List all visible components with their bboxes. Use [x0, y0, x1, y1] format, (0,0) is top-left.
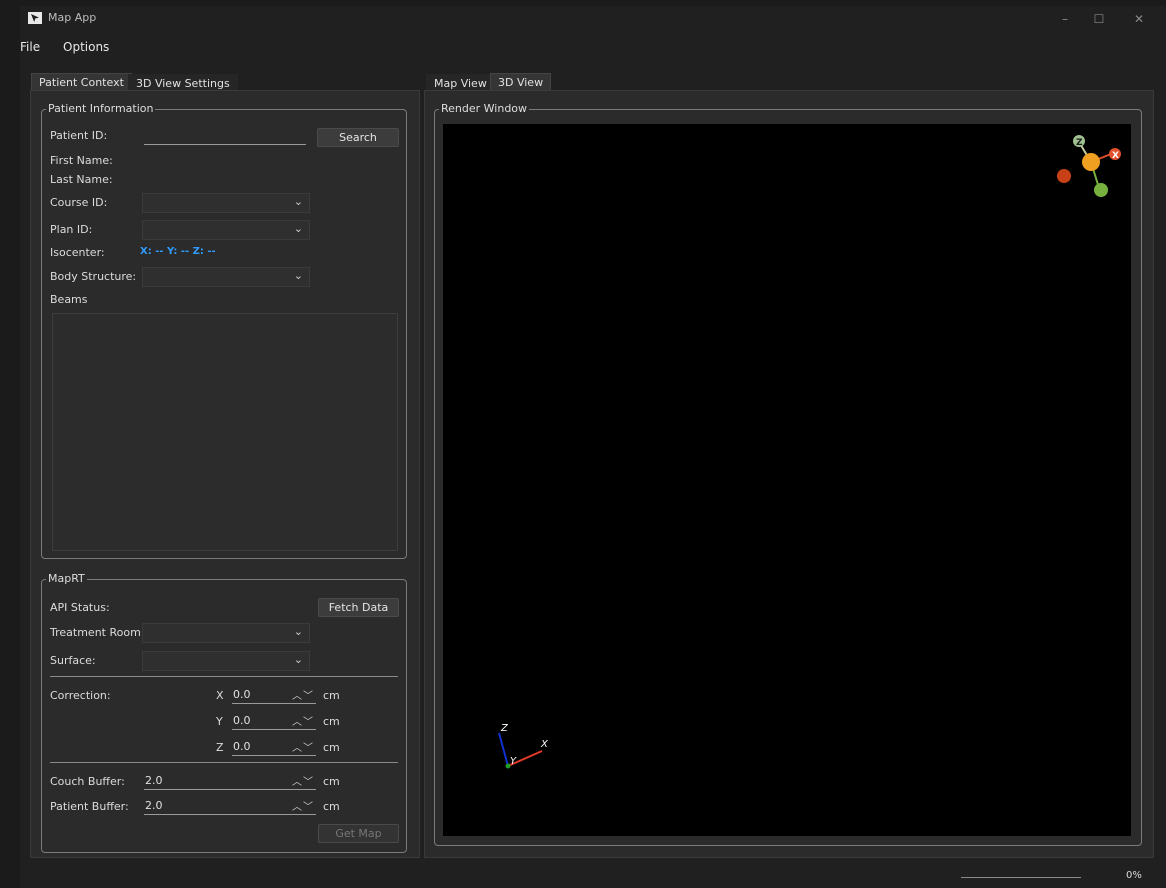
couch-buffer-value: 2.0	[145, 774, 163, 787]
correction-y-unit: cm	[323, 715, 340, 728]
render-window-group: Render Window Z X X Z Y	[434, 102, 1142, 846]
patient-buffer-value: 2.0	[145, 799, 163, 812]
orientation-widget[interactable]: Z X	[1057, 135, 1121, 197]
plan-id-dropdown[interactable]: ⌄	[142, 220, 310, 240]
treatment-room-label: Treatment Room:	[50, 626, 145, 639]
y-axis-label: Y	[510, 756, 517, 767]
window-title: Map App	[48, 11, 97, 24]
spin-arrows-icon[interactable]: ︿﹀	[292, 739, 314, 754]
correction-x-unit: cm	[323, 689, 340, 702]
body-structure-label: Body Structure:	[50, 270, 137, 283]
menu-options[interactable]: Options	[63, 40, 109, 54]
title-bar: Map App – ☐ ✕	[20, 6, 1166, 32]
spin-arrows-icon[interactable]: ︿﹀	[292, 687, 314, 702]
correction-x-value: 0.0	[233, 688, 251, 701]
patient-context-panel: Patient Information Patient ID: Search F…	[30, 90, 420, 858]
x-axis-label: X	[540, 739, 549, 750]
tab-3d-view[interactable]: 3D View	[490, 73, 552, 91]
patient-information-group: Patient Information Patient ID: Search F…	[41, 102, 407, 559]
correction-x-axis-label: X	[216, 689, 224, 702]
widget-y-ball	[1094, 183, 1108, 197]
isocenter-label: Isocenter:	[50, 246, 105, 259]
group-title-render-window: Render Window	[439, 102, 530, 115]
close-icon[interactable]: ✕	[1124, 10, 1154, 28]
z-axis-line	[498, 732, 509, 767]
correction-z-axis-label: Z	[216, 741, 224, 754]
app-icon	[28, 12, 42, 24]
couch-buffer-label: Couch Buffer:	[50, 775, 125, 788]
search-button[interactable]: Search	[317, 128, 399, 147]
correction-z-spinbox[interactable]: 0.0 ︿﹀	[232, 739, 316, 756]
chevron-down-icon: ⌄	[293, 653, 303, 666]
couch-buffer-spinbox[interactable]: 2.0 ︿﹀	[144, 773, 316, 790]
plan-id-label: Plan ID:	[50, 223, 93, 236]
z-axis-label: Z	[500, 723, 509, 734]
patient-id-label: Patient ID:	[50, 129, 108, 142]
correction-x-spinbox[interactable]: 0.0 ︿﹀	[232, 687, 316, 704]
correction-y-spinbox[interactable]: 0.0 ︿﹀	[232, 713, 316, 730]
get-map-button[interactable]: Get Map	[318, 824, 399, 843]
tab-patient-context[interactable]: Patient Context	[31, 73, 132, 91]
patient-id-input[interactable]	[144, 128, 306, 145]
maprt-group: MapRT API Status: Fetch Data Treatment R…	[41, 572, 407, 853]
patient-buffer-unit: cm	[323, 800, 340, 813]
course-id-dropdown[interactable]: ⌄	[142, 193, 310, 213]
maximize-icon[interactable]: ☐	[1084, 10, 1114, 28]
treatment-room-dropdown[interactable]: ⌄	[142, 623, 310, 643]
correction-label: Correction:	[50, 689, 111, 702]
correction-z-value: 0.0	[233, 740, 251, 753]
group-title-maprt: MapRT	[46, 572, 87, 585]
spin-arrows-icon[interactable]: ︿﹀	[292, 773, 314, 788]
patient-buffer-spinbox[interactable]: 2.0 ︿﹀	[144, 798, 316, 815]
chevron-down-icon: ⌄	[293, 195, 303, 208]
minimize-icon[interactable]: –	[1050, 10, 1080, 28]
api-status-label: API Status:	[50, 601, 110, 614]
patient-buffer-label: Patient Buffer:	[50, 800, 129, 813]
separator	[50, 762, 398, 763]
surface-label: Surface:	[50, 654, 96, 667]
progress-text: 0%	[1126, 870, 1142, 881]
chevron-down-icon: ⌄	[293, 625, 303, 638]
axes-actor: X Z Y	[498, 723, 549, 769]
spin-arrows-icon[interactable]: ︿﹀	[292, 713, 314, 728]
render-svg: Z X X Z Y	[498, 135, 1121, 769]
widget-neg-ball	[1057, 169, 1071, 183]
correction-y-value: 0.0	[233, 714, 251, 727]
chevron-down-icon: ⌄	[293, 222, 303, 235]
separator	[50, 676, 398, 677]
course-id-label: Course ID:	[50, 196, 108, 209]
surface-dropdown[interactable]: ⌄	[142, 651, 310, 671]
widget-z-label: Z	[1076, 138, 1083, 148]
menu-file[interactable]: File	[20, 40, 40, 54]
correction-z-unit: cm	[323, 741, 340, 754]
group-title-patient-information: Patient Information	[46, 102, 156, 115]
chevron-down-icon: ⌄	[293, 269, 303, 282]
widget-center-ball	[1082, 153, 1100, 171]
couch-buffer-unit: cm	[323, 775, 340, 788]
body-structure-dropdown[interactable]: ⌄	[142, 267, 310, 287]
fetch-data-button[interactable]: Fetch Data	[318, 598, 399, 617]
beams-list[interactable]	[52, 313, 398, 551]
render-viewport[interactable]: Z X X Z Y	[443, 124, 1131, 836]
beams-label: Beams	[50, 293, 88, 306]
widget-x-label: X	[1112, 151, 1119, 161]
correction-y-axis-label: Y	[216, 715, 223, 728]
progress-bar	[961, 877, 1081, 878]
main-window: Map App – ☐ ✕ File Options Patient Conte…	[20, 6, 1166, 888]
isocenter-value: X: -- Y: -- Z: --	[140, 246, 216, 257]
last-name-label: Last Name:	[50, 173, 113, 186]
first-name-label: First Name:	[50, 154, 113, 167]
spin-arrows-icon[interactable]: ︿﹀	[292, 798, 314, 813]
3d-view-panel: Render Window Z X X Z Y	[424, 90, 1154, 858]
